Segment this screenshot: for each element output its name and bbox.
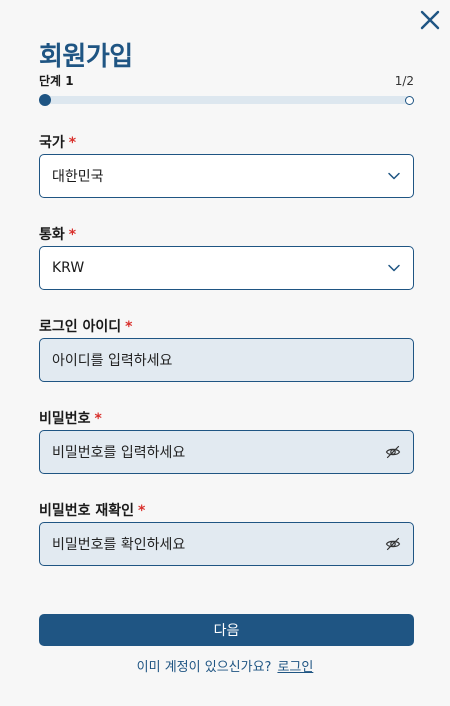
page-title: 회원가입 [39,42,133,72]
progress-step-2-dot [405,96,414,105]
password-confirm-input[interactable]: 비밀번호를 확인하세요 [39,522,414,566]
step-label: 단계 1 [39,74,74,88]
password-confirm-placeholder: 비밀번호를 확인하세요 [52,537,186,553]
required-mark: * [68,135,77,151]
currency-select[interactable]: KRW [39,246,414,290]
country-select[interactable]: 대한민국 [39,154,414,198]
required-mark: * [138,503,146,519]
login-prompt-text: 이미 계정이 있으신가요? [136,660,272,675]
next-button[interactable]: 다음 [39,614,414,646]
password-label: 비밀번호 * [39,411,102,427]
close-button[interactable] [418,8,442,32]
login-id-placeholder: 아이디를 입력하세요 [52,353,173,369]
progress-bar [39,94,414,106]
password-placeholder: 비밀번호를 입력하세요 [52,445,186,461]
close-icon [420,10,440,30]
chevron-down-icon [388,264,400,272]
country-value: 대한민국 [52,169,104,185]
required-mark: * [94,411,102,427]
progress-track [45,96,410,104]
login-link[interactable]: 로그인 [277,660,313,675]
password-confirm-label: 비밀번호 재확인 * [39,503,146,519]
step-count: 1/2 [394,73,414,88]
required-mark: * [68,227,77,243]
password-input[interactable]: 비밀번호를 입력하세요 [39,430,414,474]
required-mark: * [125,319,133,335]
eye-off-icon[interactable] [385,444,401,460]
login-prompt: 이미 계정이 있으신가요? 로그인 [0,656,450,675]
login-id-label: 로그인 아이디 * [39,319,133,335]
chevron-down-icon [388,172,400,180]
currency-label: 통화 * [39,227,77,243]
step-indicator: 단계 1 1/2 [39,72,414,89]
progress-step-1-dot [39,94,51,106]
country-label: 국가 * [39,135,77,151]
login-id-input[interactable]: 아이디를 입력하세요 [39,338,414,382]
currency-value: KRW [52,260,85,276]
eye-off-icon[interactable] [385,536,401,552]
